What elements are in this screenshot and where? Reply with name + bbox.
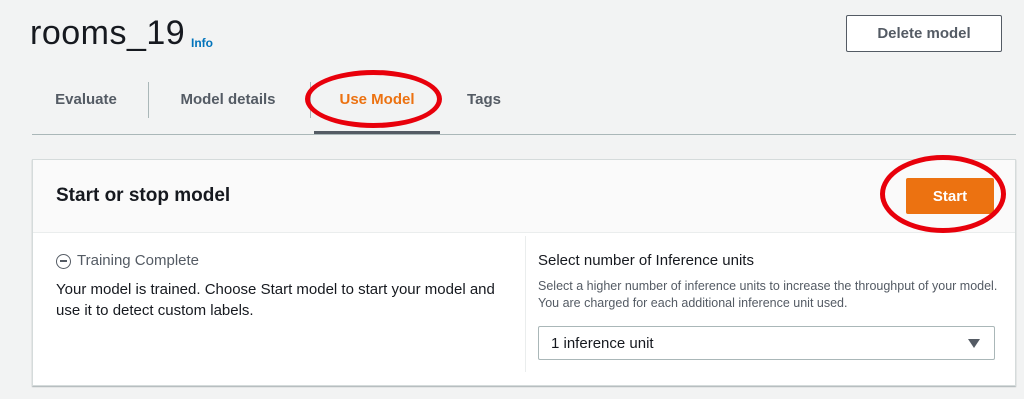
training-status: Training Complete [56,252,516,269]
page: rooms_19 Info Delete model Evaluate Mode… [8,0,1016,399]
tab-use-model[interactable]: Use Model [314,80,440,134]
inference-units-section: Select number of Inference units Select … [538,252,998,360]
start-stop-panel: Start or stop model Start Training Compl… [32,159,1016,386]
inference-units-description: Select a higher number of inference unit… [538,279,998,310]
panel-title: Start or stop model [56,185,231,206]
tab-tags[interactable]: Tags [456,80,512,132]
tab-evaluate[interactable]: Evaluate [42,80,130,132]
info-link[interactable]: Info [191,36,213,50]
inference-units-label: Select number of Inference units [538,252,754,269]
tab-model-details[interactable]: Model details [164,80,292,132]
caret-down-icon [968,339,980,348]
training-description: Your model is trained. Choose Start mode… [56,281,495,319]
inference-units-select[interactable]: 1 inference unit [538,326,995,360]
delete-model-button[interactable]: Delete model [846,15,1002,52]
panel-header: Start or stop model Start [33,160,1015,233]
tab-divider [310,82,311,118]
page-title: rooms_19 [30,14,186,52]
column-divider [525,236,526,372]
training-status-section: Training Complete Your model is trained.… [56,252,516,321]
start-button[interactable]: Start [906,178,994,214]
tab-bar: Evaluate Model details Use Model Tags [32,80,1016,135]
minus-circle-icon [56,253,71,269]
inference-units-value: 1 inference unit [551,335,654,352]
training-status-label: Training Complete [77,252,199,269]
tab-divider [148,82,149,118]
